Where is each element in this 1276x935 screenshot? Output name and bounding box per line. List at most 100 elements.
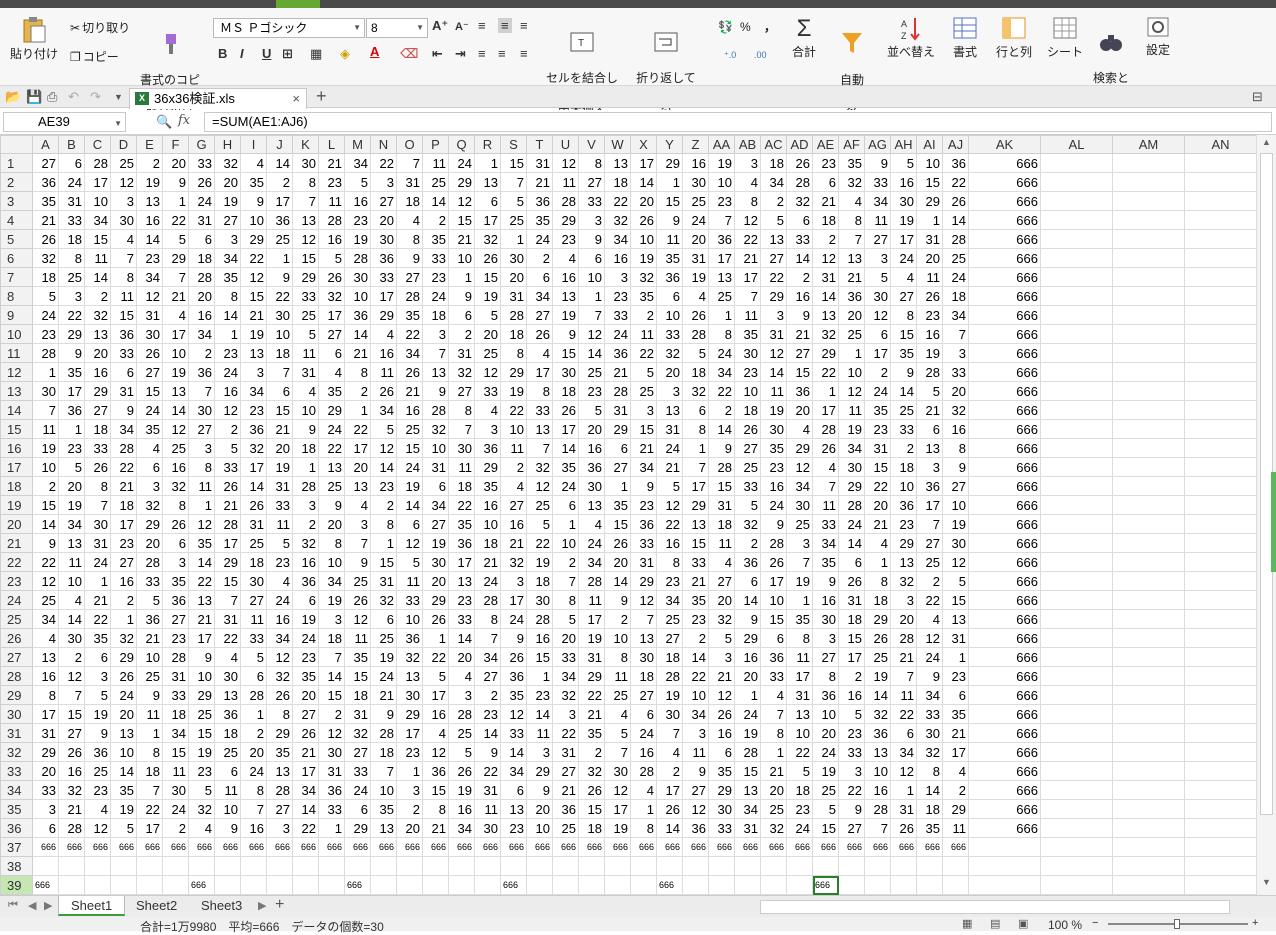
row-header[interactable]: 13 bbox=[0, 381, 33, 401]
cell[interactable]: 29 bbox=[474, 457, 501, 477]
cell[interactable]: 3 bbox=[136, 476, 163, 496]
cell[interactable]: 10 bbox=[422, 438, 449, 458]
cell[interactable] bbox=[1040, 153, 1113, 173]
cell[interactable]: 23 bbox=[214, 343, 241, 363]
cell[interactable]: 31 bbox=[396, 172, 423, 192]
cell[interactable]: 5 bbox=[552, 609, 579, 629]
cell[interactable]: 21 bbox=[370, 685, 397, 705]
cell[interactable]: 11 bbox=[812, 495, 839, 515]
cell[interactable]: 17 bbox=[318, 305, 345, 325]
cell[interactable]: 31 bbox=[422, 457, 449, 477]
cell[interactable]: 4 bbox=[396, 210, 423, 230]
cell[interactable]: 9 bbox=[188, 647, 215, 667]
cell[interactable]: 17 bbox=[604, 799, 631, 819]
page-break-icon[interactable]: ▣ bbox=[1018, 917, 1028, 930]
cell[interactable]: 34 bbox=[838, 438, 865, 458]
cell[interactable]: 666 bbox=[968, 191, 1041, 211]
cell[interactable]: 19 bbox=[942, 514, 969, 534]
cell[interactable]: 19 bbox=[110, 799, 137, 819]
cell[interactable] bbox=[1184, 533, 1256, 553]
cell[interactable]: 28 bbox=[812, 419, 839, 439]
cell[interactable]: 24 bbox=[448, 153, 475, 173]
cell[interactable]: 13 bbox=[864, 742, 891, 762]
cell[interactable]: 18 bbox=[240, 552, 267, 572]
cell[interactable]: 8 bbox=[604, 647, 631, 667]
cell[interactable]: 24 bbox=[942, 267, 969, 287]
cell[interactable]: 1 bbox=[474, 153, 501, 173]
paste-button[interactable]: 貼り付け bbox=[6, 16, 62, 62]
cell[interactable]: 17 bbox=[396, 723, 423, 743]
cell[interactable]: 4 bbox=[838, 191, 865, 211]
cell[interactable]: 23 bbox=[344, 210, 371, 230]
cell[interactable]: 11 bbox=[214, 780, 241, 800]
row-header[interactable]: 39 bbox=[0, 875, 33, 895]
cell[interactable]: 12 bbox=[474, 362, 501, 382]
cell[interactable]: 20 bbox=[162, 153, 189, 173]
cell[interactable]: 6 bbox=[734, 571, 761, 591]
cell[interactable]: 16 bbox=[838, 685, 865, 705]
cell[interactable] bbox=[604, 875, 631, 895]
cell[interactable]: 6 bbox=[838, 552, 865, 572]
cell[interactable]: 10 bbox=[942, 495, 969, 515]
cell[interactable]: 34 bbox=[812, 533, 839, 553]
cell[interactable]: 666 bbox=[188, 875, 215, 895]
cell[interactable]: 31 bbox=[292, 362, 319, 382]
cell[interactable]: 5 bbox=[266, 533, 293, 553]
cell[interactable]: 12 bbox=[578, 324, 605, 344]
cell[interactable]: 16 bbox=[84, 362, 111, 382]
cell[interactable]: 7 bbox=[604, 742, 631, 762]
cell[interactable]: 13 bbox=[942, 609, 969, 629]
column-header-ae[interactable]: AE bbox=[812, 135, 839, 154]
cell[interactable]: 36 bbox=[214, 704, 241, 724]
cell[interactable]: 24 bbox=[734, 704, 761, 724]
cell[interactable]: 20 bbox=[942, 381, 969, 401]
cell[interactable]: 666 bbox=[344, 875, 371, 895]
cell[interactable]: 27 bbox=[656, 628, 683, 648]
cell[interactable]: 34 bbox=[136, 267, 163, 287]
cell[interactable] bbox=[1112, 286, 1185, 306]
cell[interactable]: 1 bbox=[84, 571, 111, 591]
cell[interactable]: 17 bbox=[266, 191, 293, 211]
cell[interactable]: 5 bbox=[84, 685, 111, 705]
cell[interactable]: 33 bbox=[188, 153, 215, 173]
next-sheet-icon[interactable]: ▶ bbox=[44, 899, 52, 912]
cell[interactable]: 22 bbox=[422, 647, 449, 667]
cell[interactable]: 13 bbox=[370, 818, 397, 838]
cell[interactable]: 15 bbox=[110, 305, 137, 325]
row-header[interactable]: 11 bbox=[0, 343, 33, 363]
cell[interactable]: 666 bbox=[578, 837, 605, 857]
cell[interactable]: 35 bbox=[32, 191, 59, 211]
cell[interactable]: 25 bbox=[552, 818, 579, 838]
cell[interactable]: 27 bbox=[578, 172, 605, 192]
cell[interactable]: 16 bbox=[422, 704, 449, 724]
cell[interactable] bbox=[1184, 324, 1256, 344]
cell[interactable]: 25 bbox=[500, 210, 527, 230]
cell[interactable]: 666 bbox=[968, 533, 1041, 553]
cell[interactable]: 19 bbox=[58, 495, 85, 515]
cell[interactable]: 31 bbox=[656, 419, 683, 439]
cell[interactable]: 35 bbox=[396, 305, 423, 325]
cell[interactable]: 19 bbox=[552, 305, 579, 325]
cell[interactable]: 10 bbox=[266, 324, 293, 344]
cell[interactable]: 20 bbox=[890, 609, 917, 629]
cell[interactable] bbox=[1040, 647, 1113, 667]
row-header[interactable]: 29 bbox=[0, 685, 33, 705]
cell[interactable]: 14 bbox=[604, 571, 631, 591]
cell[interactable]: 14 bbox=[240, 476, 267, 496]
cell[interactable]: 18 bbox=[526, 571, 553, 591]
cell[interactable]: 2 bbox=[890, 438, 917, 458]
cell[interactable]: 4 bbox=[682, 286, 709, 306]
cell[interactable]: 36 bbox=[266, 210, 293, 230]
cell[interactable]: 33 bbox=[734, 476, 761, 496]
cell[interactable]: 31 bbox=[500, 286, 527, 306]
row-header[interactable]: 18 bbox=[0, 476, 33, 496]
cell[interactable]: 21 bbox=[578, 704, 605, 724]
cell[interactable]: 24 bbox=[838, 514, 865, 534]
cell[interactable]: 21 bbox=[422, 818, 449, 838]
cell[interactable] bbox=[656, 856, 683, 876]
cell[interactable]: 1 bbox=[292, 457, 319, 477]
cell[interactable]: 26 bbox=[500, 647, 527, 667]
cell[interactable]: 32 bbox=[500, 552, 527, 572]
cell[interactable]: 13 bbox=[448, 571, 475, 591]
cell[interactable]: 18 bbox=[188, 248, 215, 268]
